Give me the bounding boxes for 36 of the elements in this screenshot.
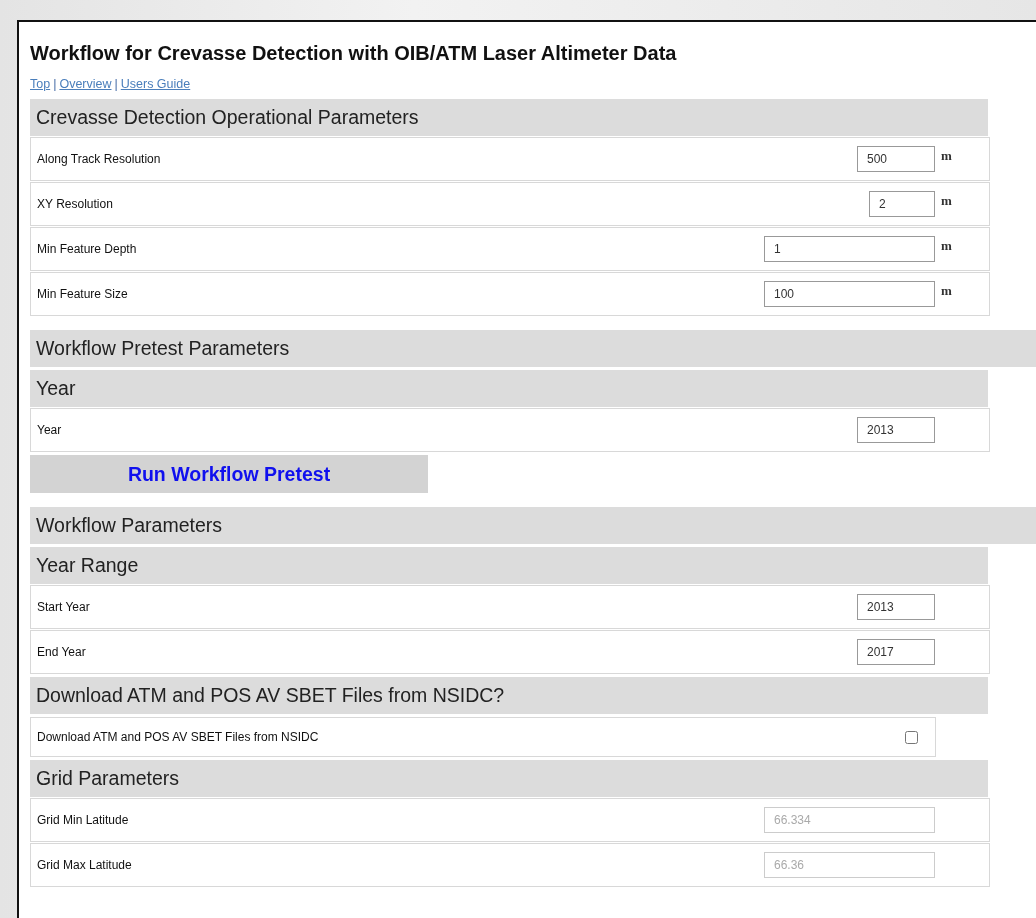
- unit-label: m: [941, 238, 952, 253]
- input-field[interactable]: 500: [857, 146, 935, 172]
- nav-link[interactable]: Top: [30, 77, 51, 91]
- field-label: Min Feature Depth: [36, 242, 138, 256]
- field-label: Year: [36, 423, 63, 437]
- unit-label: m: [941, 148, 952, 163]
- field-label: Download ATM and POS AV SBET Files from NSIDC: [36, 730, 320, 744]
- section-header: Workflow Pretest Parameters: [30, 330, 1036, 367]
- checkbox[interactable]: [905, 730, 918, 744]
- field-label: Grid Max Latitude: [36, 858, 133, 872]
- page-title: Workflow for Crevasse Detection with OIB/ATM Laser Altimeter Data: [30, 42, 678, 65]
- unit-label: m: [941, 193, 952, 208]
- group-header: Year: [30, 370, 988, 407]
- group-header: Year Range: [30, 547, 988, 584]
- field-label: Min Feature Size: [36, 287, 129, 301]
- input-field[interactable]: 2013: [857, 417, 935, 443]
- nav-link[interactable]: Users Guide: [120, 77, 191, 91]
- separator: |: [114, 77, 118, 91]
- nav-link[interactable]: Overview: [59, 77, 112, 91]
- input-field[interactable]: 1: [764, 236, 935, 262]
- unit-label: m: [941, 283, 952, 298]
- input-field[interactable]: 100: [764, 281, 935, 307]
- input-field[interactable]: 2017: [857, 639, 935, 665]
- group-header: Crevasse Detection Operational Parameters: [30, 99, 988, 136]
- group-header: Grid Parameters: [30, 760, 988, 797]
- field-label: Start Year: [36, 600, 91, 614]
- field-label: XY Resolution: [36, 197, 114, 211]
- field-label: Along Track Resolution: [36, 152, 162, 166]
- field-label: Grid Min Latitude: [36, 813, 130, 827]
- section-header: Workflow Parameters: [30, 507, 1036, 544]
- input-field[interactable]: 2013: [857, 594, 935, 620]
- input-field[interactable]: 2: [869, 191, 935, 217]
- run-button[interactable]: Run Workflow Pretest: [30, 455, 428, 493]
- field-label: End Year: [36, 645, 87, 659]
- separator: |: [53, 77, 57, 91]
- group-header: Download ATM and POS AV SBET Files from NSIDC?: [30, 677, 988, 714]
